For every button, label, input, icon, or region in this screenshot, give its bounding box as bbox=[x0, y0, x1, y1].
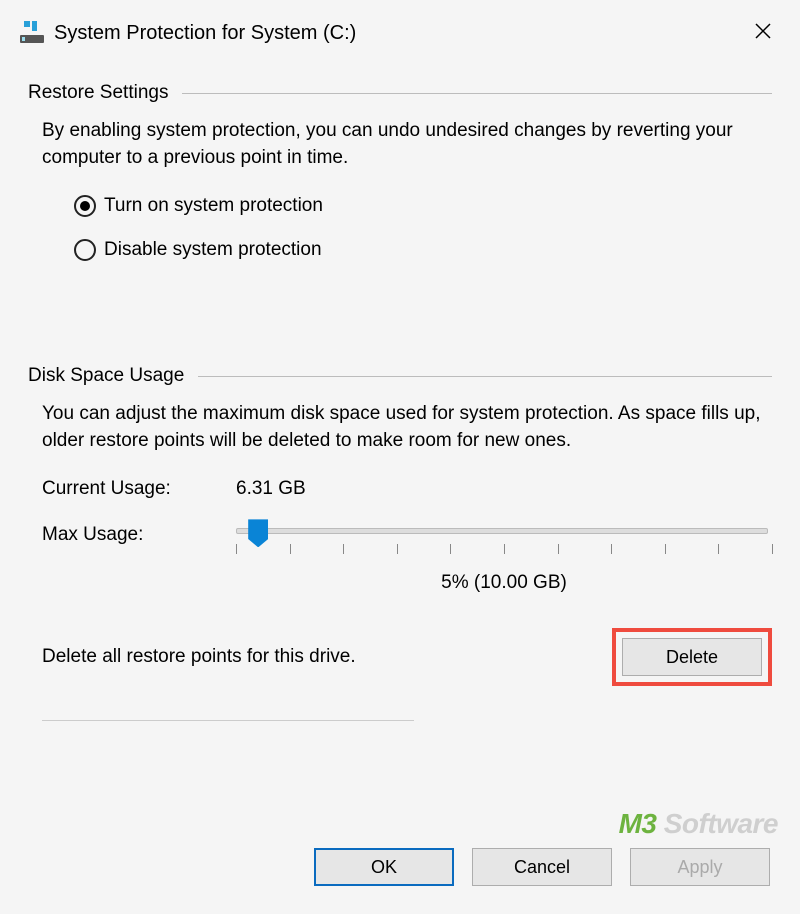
disk-section-header: Disk Space Usage bbox=[28, 365, 772, 387]
max-usage-label: Max Usage: bbox=[42, 524, 236, 546]
watermark: M3 Software bbox=[619, 808, 778, 840]
slider-value-text: 5% (10.00 GB) bbox=[236, 572, 772, 594]
delete-description: Delete all restore points for this drive… bbox=[42, 646, 356, 668]
drive-icon bbox=[20, 21, 44, 45]
restore-section-body: By enabling system protection, you can u… bbox=[28, 118, 772, 261]
dialog-content: Restore Settings By enabling system prot… bbox=[0, 82, 800, 721]
bottom-separator bbox=[42, 720, 414, 721]
cancel-button[interactable]: Cancel bbox=[472, 848, 612, 886]
radio-disable-label: Disable system protection bbox=[104, 239, 322, 261]
close-button[interactable] bbox=[748, 18, 778, 48]
dialog-title: System Protection for System (C:) bbox=[54, 22, 356, 45]
restore-description: By enabling system protection, you can u… bbox=[42, 118, 772, 171]
slider-thumb[interactable] bbox=[248, 519, 268, 547]
max-usage-slider[interactable]: 5% (10.00 GB) bbox=[236, 524, 772, 594]
watermark-suffix: Software bbox=[656, 808, 778, 839]
slider-track bbox=[236, 528, 768, 534]
restore-section-label: Restore Settings bbox=[28, 82, 168, 104]
radio-turn-on[interactable]: Turn on system protection bbox=[74, 195, 772, 217]
dialog-button-bar: OK Cancel Apply bbox=[314, 848, 770, 886]
radio-icon bbox=[74, 239, 96, 261]
apply-button[interactable]: Apply bbox=[630, 848, 770, 886]
ok-button[interactable]: OK bbox=[314, 848, 454, 886]
delete-highlight-box: Delete bbox=[612, 628, 772, 686]
title-bar: System Protection for System (C:) bbox=[0, 0, 800, 60]
title-bar-left: System Protection for System (C:) bbox=[20, 21, 356, 45]
current-usage-label: Current Usage: bbox=[42, 478, 236, 500]
radio-disable[interactable]: Disable system protection bbox=[74, 239, 772, 261]
section-divider bbox=[182, 93, 772, 94]
restore-section-header: Restore Settings bbox=[28, 82, 772, 104]
current-usage-row: Current Usage: 6.31 GB bbox=[42, 478, 772, 500]
disk-section-label: Disk Space Usage bbox=[28, 365, 184, 387]
disk-description: You can adjust the maximum disk space us… bbox=[42, 401, 772, 454]
delete-button[interactable]: Delete bbox=[622, 638, 762, 676]
disk-section-body: You can adjust the maximum disk space us… bbox=[28, 401, 772, 721]
radio-icon bbox=[74, 195, 96, 217]
watermark-prefix: M3 bbox=[619, 808, 657, 839]
max-usage-row: Max Usage: 5% (10.00 GB) bbox=[42, 524, 772, 594]
section-divider bbox=[198, 376, 772, 377]
radio-turn-on-label: Turn on system protection bbox=[104, 195, 323, 217]
slider-ticks bbox=[236, 544, 772, 560]
delete-row: Delete all restore points for this drive… bbox=[42, 628, 772, 686]
current-usage-value: 6.31 GB bbox=[236, 478, 306, 500]
close-icon bbox=[754, 22, 772, 40]
